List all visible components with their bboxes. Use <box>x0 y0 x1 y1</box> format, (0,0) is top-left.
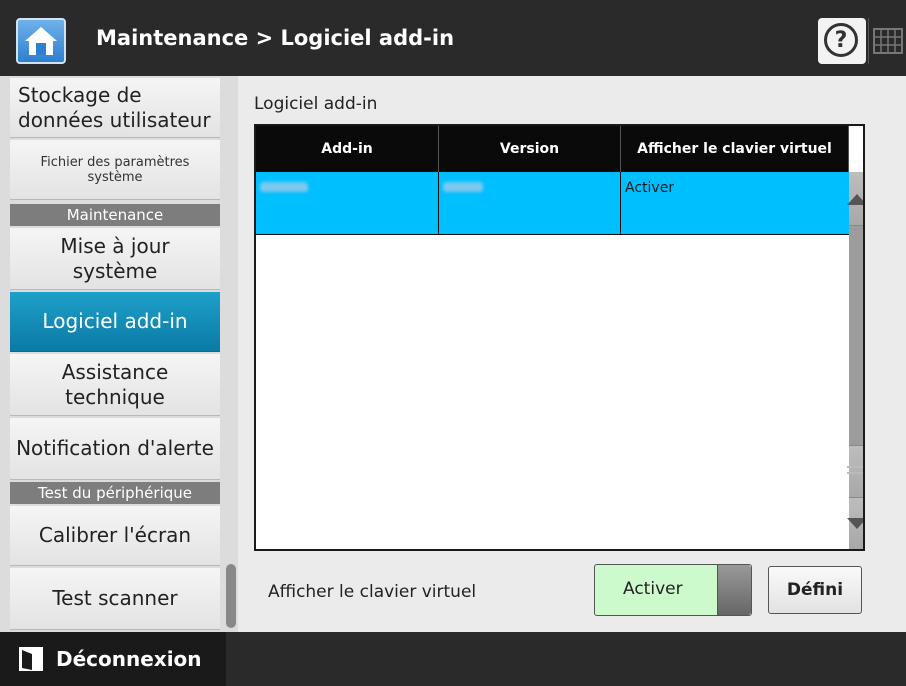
sidebar-item-system-settings-file[interactable]: Fichier des paramètres système <box>10 140 220 200</box>
toggle-value: Activer <box>623 579 683 599</box>
grip-icon <box>847 466 863 474</box>
arrow-down-icon <box>847 518 863 529</box>
keyboard-icon <box>873 28 903 54</box>
sidebar: Stockage de données utilisateur Fichier … <box>0 76 238 632</box>
page-title: Maintenance > Logiciel add-in <box>96 26 455 50</box>
sidebar-item-label: Mise à jour système <box>60 233 170 283</box>
toggle-knob[interactable] <box>717 565 751 615</box>
logout-button[interactable]: Déconnexion <box>0 632 226 686</box>
sidebar-item-user-data-storage[interactable]: Stockage de données utilisateur <box>10 78 220 138</box>
redacted-addin-name <box>260 182 308 192</box>
logout-icon <box>19 647 43 671</box>
scroll-up-button[interactable] <box>847 172 863 226</box>
table-scrollbar[interactable] <box>847 172 863 549</box>
sidebar-item-label: Notification d'alerte <box>16 436 214 460</box>
sidebar-item-label: Stockage de données utilisateur <box>18 82 211 132</box>
sidebar-section-maintenance: Maintenance <box>10 204 220 226</box>
home-button[interactable] <box>16 18 66 64</box>
cell-addin <box>256 172 439 235</box>
keyboard-setting-label: Afficher le clavier virtuel <box>268 582 477 602</box>
bottom-bar: Déconnexion <box>0 632 906 686</box>
sidebar-item-addin-software[interactable]: Logiciel add-in <box>10 292 220 352</box>
sidebar-item-scanner-test[interactable]: Test scanner <box>10 568 220 630</box>
sidebar-item-label: Test scanner <box>52 586 178 610</box>
logout-label: Déconnexion <box>56 647 202 671</box>
sidebar-item-alert-notification[interactable]: Notification d'alerte <box>10 418 220 480</box>
section-title: Logiciel add-in <box>254 94 378 114</box>
column-header-addin[interactable]: Add-in <box>256 126 439 172</box>
main-panel: Logiciel add-in Add-in Version Afficher … <box>238 76 906 632</box>
home-icon <box>25 27 57 55</box>
cell-keyboard: Activer <box>625 180 675 196</box>
sidebar-section-device-test: Test du périphérique <box>10 482 220 504</box>
scroll-grip[interactable] <box>847 445 863 497</box>
keyboard-toggle[interactable]: Activer <box>594 564 752 616</box>
keyboard-button[interactable] <box>868 18 906 64</box>
table-row[interactable]: Activer <box>256 172 849 235</box>
column-header-version[interactable]: Version <box>439 126 621 172</box>
table-header: Add-in Version Afficher le clavier virtu… <box>256 126 849 172</box>
scroll-down-button[interactable] <box>847 497 863 549</box>
arrow-up-icon <box>847 194 863 205</box>
cell-version <box>439 172 621 235</box>
top-bar: Maintenance > Logiciel add-in ? <box>0 0 906 76</box>
column-header-keyboard[interactable]: Afficher le clavier virtuel <box>621 126 849 172</box>
redacted-version <box>443 182 483 192</box>
sidebar-item-system-update[interactable]: Mise à jour système <box>10 228 220 290</box>
sidebar-item-label: Fichier des paramètres système <box>40 154 190 185</box>
sidebar-item-calibrate-screen[interactable]: Calibrer l'écran <box>10 506 220 566</box>
sidebar-item-label: Logiciel add-in <box>42 309 188 333</box>
addin-table: Add-in Version Afficher le clavier virtu… <box>254 124 865 551</box>
help-icon: ? <box>824 23 858 57</box>
scroll-track[interactable] <box>849 226 863 445</box>
sidebar-scrollbar[interactable] <box>226 564 236 628</box>
sidebar-item-technical-support[interactable]: Assistance technique <box>10 354 220 416</box>
sidebar-item-label: Calibrer l'écran <box>38 523 192 547</box>
set-button[interactable]: Défini <box>768 566 862 614</box>
help-button[interactable]: ? <box>818 18 866 64</box>
sidebar-item-label: Assistance technique <box>61 359 169 409</box>
